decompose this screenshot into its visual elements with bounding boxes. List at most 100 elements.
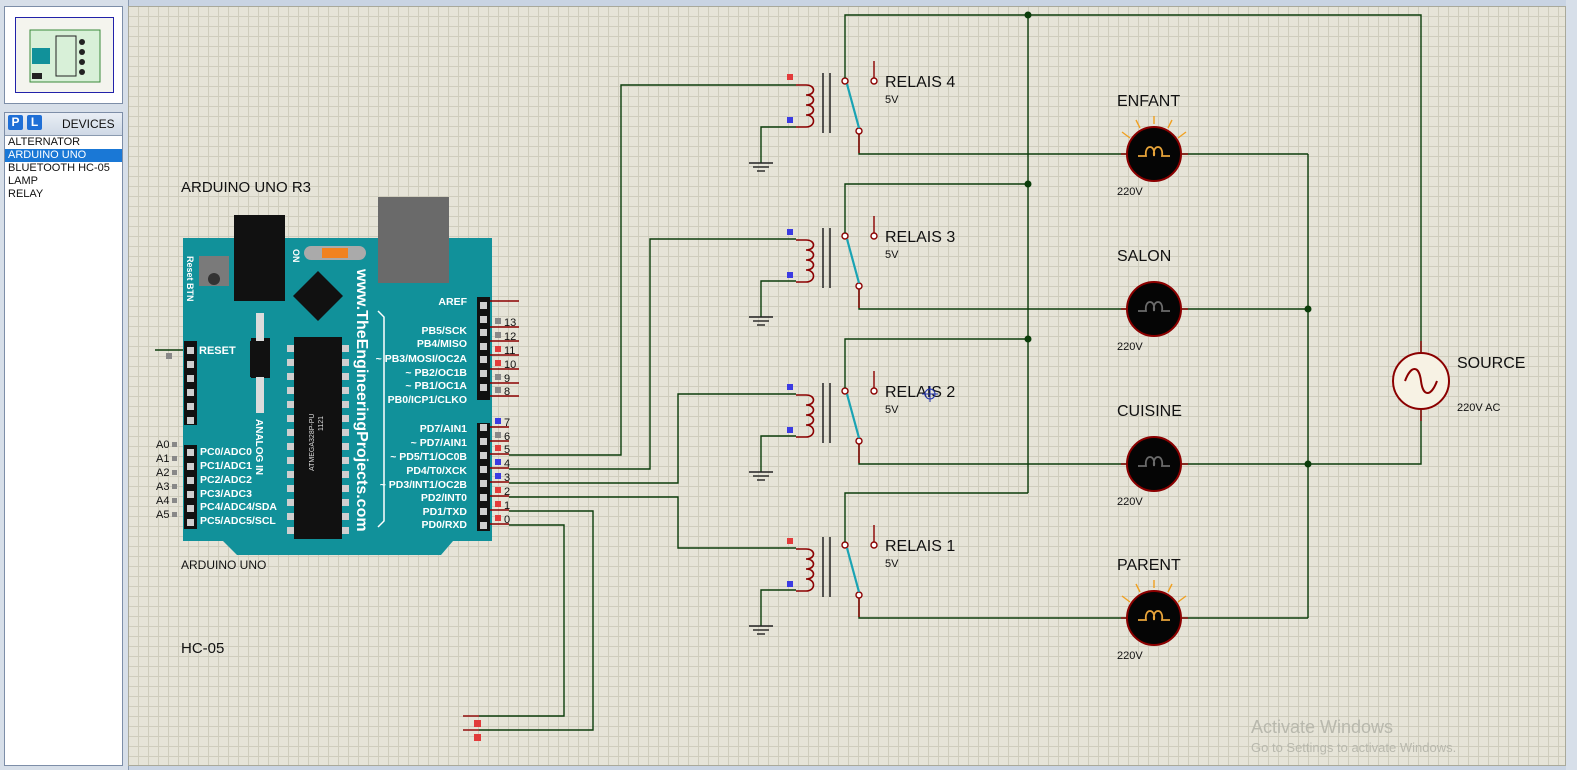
relay-component[interactable]: RELAIS 4 5V [787, 61, 955, 153]
analog-pin-name: A2 [156, 467, 169, 479]
lamp-voltage: 220V [1117, 186, 1143, 198]
lamp-voltage: 220V [1117, 341, 1143, 353]
relay-name: RELAIS 3 [885, 229, 955, 246]
pin-number: 7 [504, 417, 510, 429]
source-voltage: 220V AC [1457, 402, 1500, 414]
pin-number: 0 [504, 514, 510, 526]
pin-number: 13 [504, 317, 516, 329]
coil-icon [796, 239, 815, 283]
lamp-component[interactable]: SALON 220V [1117, 248, 1188, 353]
on-label: ON [291, 249, 301, 263]
pick-devices-button[interactable]: P [8, 115, 23, 130]
usb-connector [378, 197, 449, 283]
watermark-title: Activate Windows [1251, 717, 1393, 737]
pin-number: 10 [504, 359, 516, 371]
pin-number: 11 [504, 345, 515, 357]
digital-pin-label: PD4/T0/XCK [406, 465, 467, 477]
relay-name: RELAIS 2 [885, 384, 955, 401]
reset-btn-label: Reset BTN [185, 256, 195, 302]
device-list: ALTERNATOR ARDUINO UNO BLUETOOTH HC-05 LAMP… [5, 136, 122, 201]
device-list-item[interactable]: ALTERNATOR [5, 136, 122, 149]
pin-number: 6 [504, 431, 510, 443]
devices-header: P L DEVICES [5, 113, 122, 136]
vertical-scrollbar[interactable] [1566, 0, 1577, 770]
relay-voltage: 5V [885, 558, 899, 570]
analog-pin-name: A3 [156, 481, 169, 493]
overview-window[interactable] [4, 6, 123, 104]
digital-pin-label: ~ PB2/OC1B [405, 367, 467, 379]
digital-pin-label: PB0/ICP1/CLKO [388, 394, 467, 406]
coil-icon [796, 394, 815, 438]
lamp-component[interactable]: PARENT 220V [1117, 557, 1188, 662]
lamp-name: ENFANT [1117, 93, 1180, 110]
lamp-name: CUISINE [1117, 403, 1182, 420]
analog-pin-label: PC4/ADC4/SDA [200, 501, 277, 513]
chip-code: 1121 [318, 416, 325, 431]
device-list-item[interactable]: BLUETOOTH HC-05 [5, 162, 122, 175]
digital-pin-label: ~ PB3/MOSI/OC2A [376, 353, 468, 365]
power-jack [234, 215, 285, 301]
lamp-name: SALON [1117, 248, 1171, 265]
lamp-voltage: 220V [1117, 650, 1143, 662]
analog-pin-label: PC0/ADC0 [200, 446, 252, 458]
pin-number: 12 [504, 331, 516, 343]
lamp-component[interactable]: CUISINE 220V [1117, 403, 1188, 508]
analog-header [184, 445, 197, 529]
relay-component[interactable]: RELAIS 1 5V [787, 525, 955, 617]
junction-dots [1024, 11, 1312, 468]
switch-arm [845, 393, 861, 439]
lamp-component[interactable]: ENFANT 220V [1117, 93, 1188, 198]
digital-pin-label: ~ PD7/AIN1 [411, 437, 467, 449]
relay-name: RELAIS 1 [885, 538, 955, 555]
pin-number: 1 [504, 500, 510, 512]
digital-pin-label: PB4/MISO [417, 338, 467, 350]
ground-symbol [748, 306, 774, 326]
analog-pin-label: PC3/ADC3 [200, 488, 252, 500]
watermark-subtitle: Go to Settings to activate Windows. [1251, 740, 1456, 755]
device-list-item[interactable]: RELAY [5, 188, 122, 201]
arduino-part-label: ARDUINO UNO [181, 558, 266, 572]
device-list-item[interactable]: LAMP [5, 175, 122, 188]
analog-pin-label: PC1/ADC1 [200, 460, 252, 472]
pin-number: 2 [504, 486, 510, 498]
website-text: www.TheEngineeringProjects.com [353, 268, 370, 532]
arduino-board[interactable]: ATMEGA328P-PU 1121 www.TheEngineeringPro… [183, 197, 492, 555]
relay-name: RELAIS 4 [885, 74, 955, 91]
analog-pin-label: PC2/ADC2 [200, 474, 252, 486]
digital-pin-label: AREF [438, 296, 467, 308]
ac-source[interactable]: SOURCE 220V AC [1392, 341, 1525, 421]
relay-voltage: 5V [885, 94, 899, 106]
ground-symbol [748, 152, 774, 172]
schematic-canvas[interactable]: ARDUINO UNO R3 ARDUINO UNO ATMEGA328P-PU… [128, 6, 1566, 766]
analog-pin-name: A5 [156, 509, 169, 521]
pin-number: 4 [504, 458, 510, 470]
library-button[interactable]: L [27, 115, 42, 130]
source-name: SOURCE [1457, 355, 1525, 372]
device-list-item[interactable]: ARDUINO UNO [5, 149, 122, 162]
schematic-drawing: ARDUINO UNO R3 ARDUINO UNO ATMEGA328P-PU… [155, 11, 1525, 755]
analog-pin-name: A0 [156, 439, 169, 451]
digital-pin-label: PD0/RXD [421, 519, 467, 531]
switch-arm [845, 83, 861, 129]
analog-in-label: ANALOG IN [253, 419, 264, 475]
lamp-name: PARENT [1117, 557, 1181, 574]
analog-pin-label: PC5/ADC5/SCL [200, 515, 276, 527]
ground-symbol [748, 615, 774, 635]
switch-arm [845, 547, 861, 593]
coil-icon [796, 84, 815, 128]
relay-component[interactable]: RELAIS 3 5V [787, 216, 955, 308]
sidebar: P L DEVICES ALTERNATOR ARDUINO UNO BLUETOO… [0, 0, 129, 770]
digital-pin-stubs: 131211109876543210 [490, 300, 519, 526]
digital-pin-label: ~ PD5/T1/OC0B [390, 451, 467, 463]
analog-pin-outer-labels: A0 A1 A2 A3 A4 A5 [156, 439, 177, 521]
on-led [322, 248, 348, 258]
pin-number: 8 [504, 386, 510, 398]
overview-viewport[interactable] [15, 17, 114, 93]
hc05-pins[interactable] [463, 715, 481, 741]
relay-component[interactable]: RELAIS 2 5V [787, 371, 955, 463]
coil-icon [796, 548, 815, 592]
digital-pin-label: ~ PB1/OC1A [405, 380, 467, 392]
atmega-chip [294, 337, 342, 539]
hc05-label: HC-05 [181, 640, 224, 657]
digital-pin-label: PB5/SCK [421, 325, 467, 337]
